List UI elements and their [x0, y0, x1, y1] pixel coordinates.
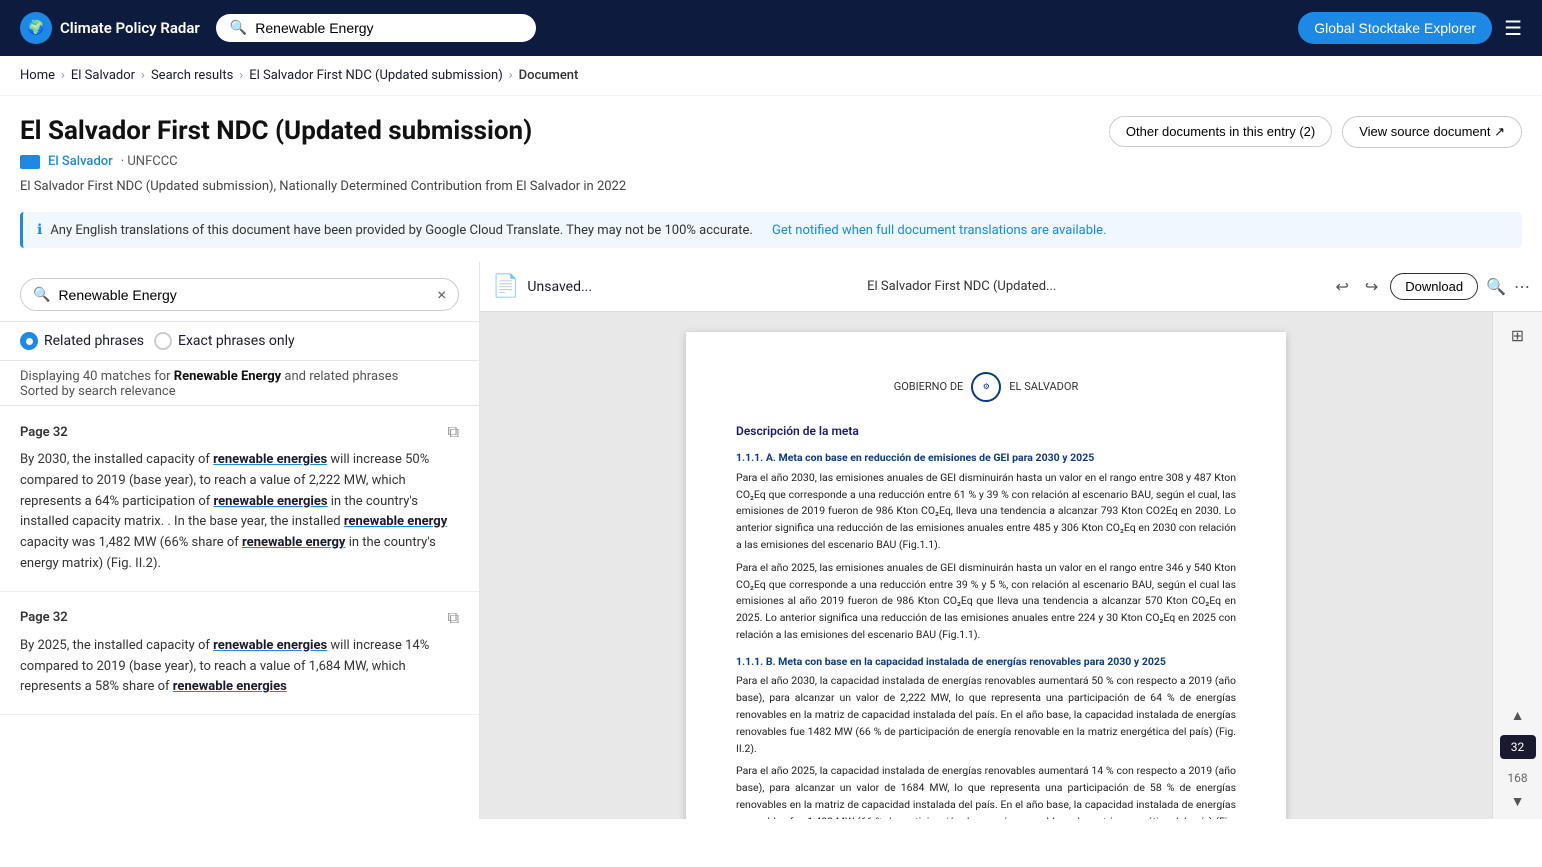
copy-icon[interactable]: ⧉ — [448, 422, 459, 442]
breadcrumb-home[interactable]: Home — [20, 68, 55, 83]
result-page: Page 32 — [20, 610, 68, 625]
results-info: Displaying 40 matches for Renewable Ener… — [0, 361, 479, 406]
doc-meta: El Salvador · UNFCCC — [20, 154, 1522, 169]
pdf-page: GOBIERNO DE ⚙ EL SALVADOR Descripción de… — [686, 332, 1286, 819]
country-link[interactable]: El Salvador — [48, 154, 113, 169]
right-panel: 📄 Unsaved... El Salvador First NDC (Upda… — [480, 262, 1542, 819]
header-search-input[interactable] — [255, 20, 522, 36]
pdf-more-button[interactable]: ⋯ — [1514, 277, 1530, 297]
pdf-text-3: Para el año 2030, la capacidad instalada… — [736, 673, 1236, 757]
search-panel: 🔍 × — [0, 262, 479, 322]
pdf-file-icon: 📄 — [492, 274, 519, 299]
result-page: Page 32 — [20, 425, 68, 440]
pdf-subsection-1: 1.1.1. A. Meta con base en reducción de … — [736, 450, 1236, 466]
header: 🌍 Climate Policy Radar 🔍 Global Stocktak… — [0, 0, 1542, 56]
doc-org: · UNFCCC — [121, 154, 178, 169]
exact-phrases-label: Exact phrases only — [178, 333, 295, 349]
doc-search-bar[interactable]: 🔍 × — [20, 278, 459, 311]
pdf-text-2: Para el año 2025, las emisiones anuales … — [736, 560, 1236, 644]
pdf-current-page: 32 — [1500, 735, 1536, 759]
left-panel: 🔍 × Related phrases Exact phrases only D… — [0, 262, 480, 819]
result-header: Page 32 ⧉ — [20, 422, 459, 442]
hamburger-icon[interactable]: ☰ — [1504, 16, 1522, 40]
doc-title-row: El Salvador First NDC (Updated submissio… — [20, 116, 1522, 148]
breadcrumb-current: Document — [519, 68, 579, 83]
logo-text: Climate Policy Radar — [60, 19, 200, 37]
pdf-sidebar: ⊞ ▲ 32 168 ▼ — [1492, 312, 1542, 819]
breadcrumb-sep-1: › — [61, 68, 65, 83]
pdf-toolbar-right: ↩ ↪ Download 🔍 ⋯ — [1331, 273, 1530, 301]
pdf-toolbar: 📄 Unsaved... El Salvador First NDC (Upda… — [480, 262, 1542, 312]
translation-text: Any English translations of this documen… — [50, 223, 752, 238]
related-phrases-option[interactable]: Related phrases — [20, 332, 144, 350]
breadcrumb-sep-3: › — [239, 68, 243, 83]
translation-notice: ℹ Any English translations of this docum… — [20, 212, 1522, 248]
related-phrases-radio[interactable] — [20, 332, 38, 350]
breadcrumb-sep-2: › — [141, 68, 145, 83]
other-documents-button[interactable]: Other documents in this entry (2) — [1109, 116, 1332, 147]
logo: 🌍 Climate Policy Radar — [20, 12, 200, 44]
filter-row: Related phrases Exact phrases only — [0, 322, 479, 361]
doc-header: El Salvador First NDC (Updated submissio… — [0, 96, 1542, 198]
gov-seal: ⚙ — [971, 372, 1001, 402]
pdf-grid-view-button[interactable]: ⊞ — [1507, 322, 1528, 350]
result-text: By 2025, the installed capacity of renew… — [20, 636, 459, 698]
exact-phrases-option[interactable]: Exact phrases only — [154, 332, 295, 350]
doc-actions: Other documents in this entry (2) View s… — [1109, 116, 1522, 148]
pdf-title: El Salvador First NDC (Updated... — [600, 279, 1323, 294]
info-icon: ℹ — [37, 222, 42, 238]
doc-description: El Salvador First NDC (Updated submissio… — [20, 175, 1522, 198]
pdf-search-button[interactable]: 🔍 — [1486, 277, 1506, 297]
pdf-page-area[interactable]: GOBIERNO DE ⚙ EL SALVADOR Descripción de… — [480, 312, 1492, 819]
result-item[interactable]: Page 32 ⧉ By 2025, the installed capacit… — [0, 592, 479, 715]
results-suffix: and related phrases — [281, 369, 398, 384]
breadcrumb-document-title[interactable]: El Salvador First NDC (Updated submissio… — [249, 68, 503, 83]
pdf-undo-button[interactable]: ↩ — [1331, 273, 1352, 301]
pdf-section-title: Descripción de la meta — [736, 422, 1236, 440]
result-item[interactable]: Page 32 ⧉ By 2030, the installed capacit… — [0, 406, 479, 592]
doc-search-icon: 🔍 — [33, 287, 50, 303]
scroll-down-button[interactable]: ▼ — [1511, 793, 1525, 809]
related-phrases-label: Related phrases — [44, 333, 144, 349]
pdf-text-4: Para el año 2025, la capacidad instalada… — [736, 763, 1236, 819]
doc-title: El Salvador First NDC (Updated submissio… — [20, 116, 1089, 146]
scroll-up-button[interactable]: ▲ — [1511, 707, 1525, 723]
results-prefix: Displaying 40 matches for — [20, 369, 174, 384]
header-search-bar[interactable]: 🔍 — [216, 14, 536, 42]
results-list: Page 32 ⧉ By 2030, the installed capacit… — [0, 406, 479, 819]
logo-icon: 🌍 — [20, 12, 52, 44]
pdf-unsaved: Unsaved... — [527, 279, 592, 295]
search-icon: 🔍 — [230, 20, 247, 36]
exact-phrases-radio[interactable] — [154, 332, 172, 350]
sort-label: Sorted by search relevance — [20, 384, 176, 399]
pdf-total-pages: 168 — [1507, 771, 1527, 785]
header-right: Global Stocktake Explorer ☰ — [1298, 12, 1522, 44]
pdf-redo-button[interactable]: ↪ — [1361, 273, 1382, 301]
gov-country: EL SALVADOR — [1009, 379, 1078, 396]
header-left: 🌍 Climate Policy Radar 🔍 — [20, 12, 536, 44]
gse-button[interactable]: Global Stocktake Explorer — [1298, 12, 1492, 44]
copy-icon[interactable]: ⧉ — [448, 608, 459, 628]
gov-text: GOBIERNO DE — [894, 379, 964, 396]
result-header: Page 32 ⧉ — [20, 608, 459, 628]
results-keyword: Renewable Energy — [174, 369, 281, 384]
breadcrumb-search-results[interactable]: Search results — [151, 68, 233, 83]
main-content: 🔍 × Related phrases Exact phrases only D… — [0, 262, 1542, 819]
breadcrumb-el-salvador[interactable]: El Salvador — [71, 68, 135, 83]
doc-search-input[interactable] — [58, 287, 429, 303]
country-flag — [20, 155, 40, 169]
result-text: By 2030, the installed capacity of renew… — [20, 450, 459, 575]
view-source-button[interactable]: View source document ↗ — [1342, 116, 1522, 148]
clear-search-button[interactable]: × — [437, 285, 446, 304]
translation-link[interactable]: Get notified when full document translat… — [772, 223, 1106, 238]
breadcrumb: Home › El Salvador › Search results › El… — [0, 56, 1542, 96]
pdf-content: GOBIERNO DE ⚙ EL SALVADOR Descripción de… — [480, 312, 1542, 819]
pdf-download-button[interactable]: Download — [1390, 273, 1478, 300]
pdf-gov-header: GOBIERNO DE ⚙ EL SALVADOR — [736, 372, 1236, 402]
pdf-text-1: Para el año 2030, las emisiones anuales … — [736, 470, 1236, 554]
breadcrumb-sep-4: › — [509, 68, 513, 83]
pdf-subsection-2: 1.1.1. B. Meta con base en la capacidad … — [736, 654, 1236, 670]
